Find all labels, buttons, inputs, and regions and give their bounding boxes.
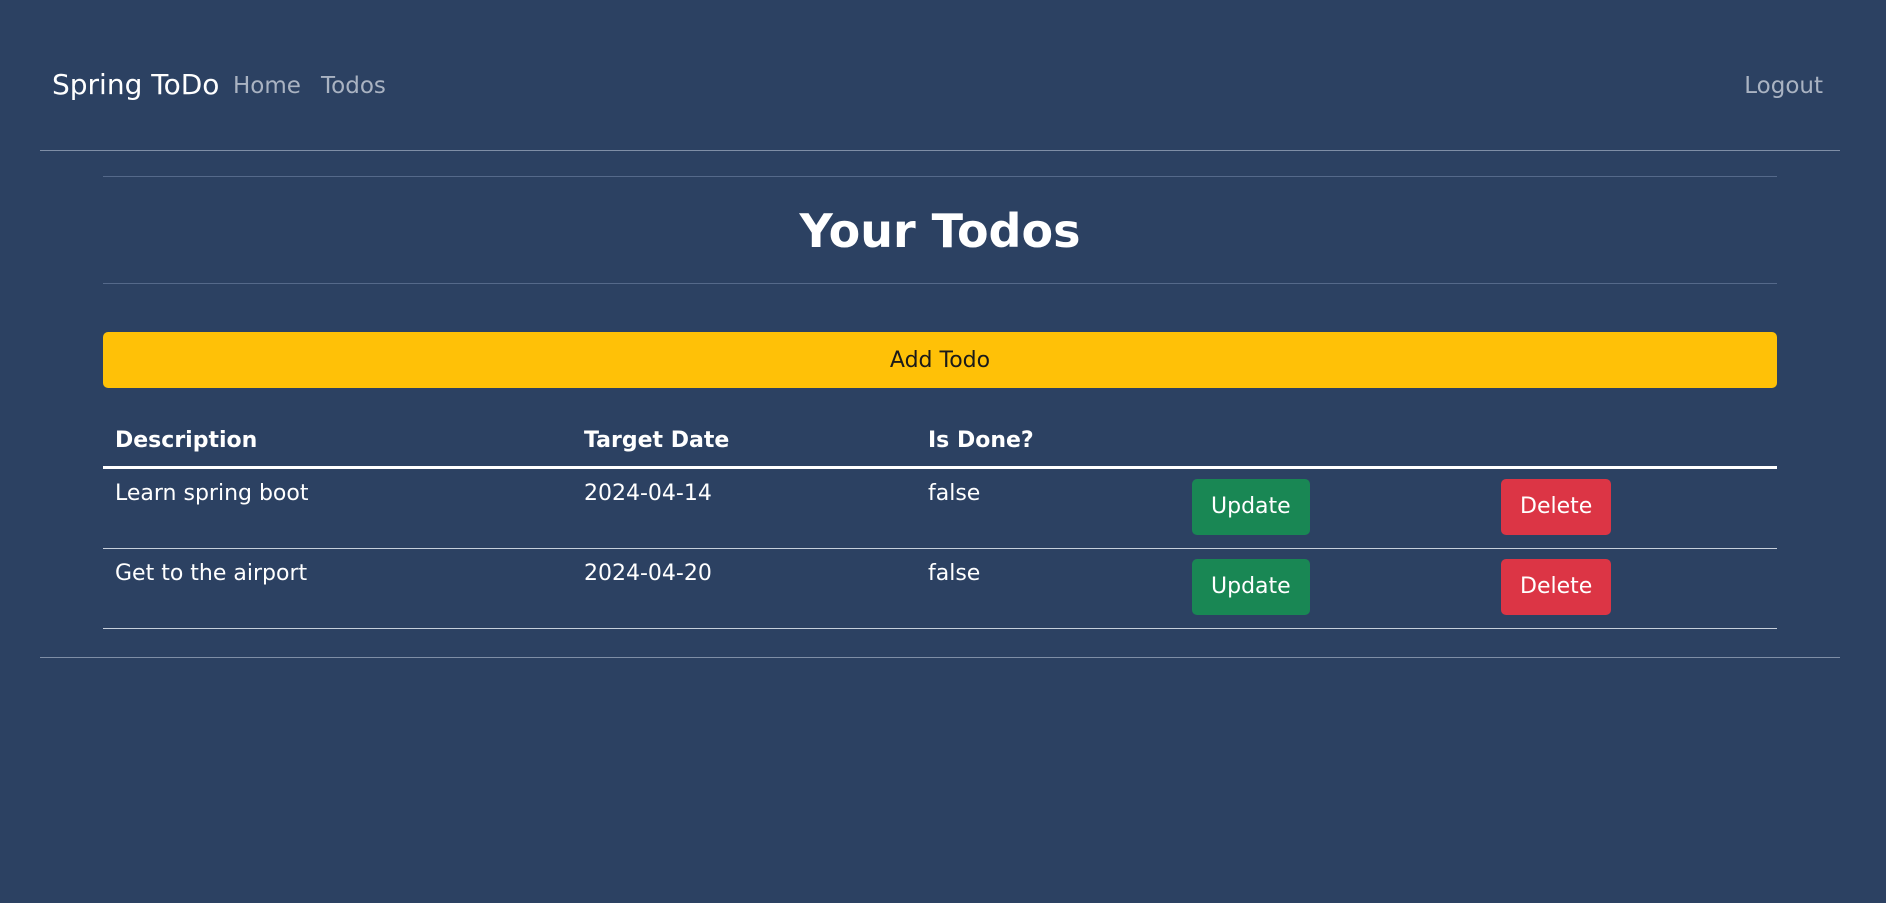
divider-top — [40, 150, 1840, 151]
page-title: Your Todos — [799, 204, 1081, 258]
header-delete — [1489, 418, 1777, 469]
title-divider-bottom — [103, 283, 1777, 284]
delete-button[interactable]: Delete — [1501, 479, 1612, 535]
todo-description: Get to the airport — [103, 548, 572, 629]
delete-cell: Delete — [1489, 467, 1777, 549]
header-description: Description — [103, 418, 572, 469]
table-header-row: Description Target Date Is Done? — [103, 418, 1777, 469]
nav-todos-link[interactable]: Todos — [321, 71, 386, 101]
navbar: Spring ToDo Home Todos Logout — [0, 0, 1886, 150]
table-row: Get to the airport 2024-04-20 false Upda… — [103, 548, 1777, 629]
todo-description: Learn spring boot — [103, 467, 572, 549]
update-button[interactable]: Update — [1192, 479, 1310, 535]
brand-link[interactable]: Spring ToDo — [52, 68, 219, 102]
todo-target-date: 2024-04-20 — [572, 548, 916, 629]
delete-cell: Delete — [1489, 548, 1777, 629]
delete-button[interactable]: Delete — [1501, 559, 1612, 615]
add-todo-button[interactable]: Add Todo — [103, 332, 1777, 388]
todo-is-done: false — [916, 467, 1180, 549]
todo-target-date: 2024-04-14 — [572, 467, 916, 549]
nav-home-link[interactable]: Home — [233, 71, 301, 101]
header-target-date: Target Date — [572, 418, 916, 469]
update-cell: Update — [1180, 548, 1489, 629]
logout-link[interactable]: Logout — [1744, 71, 1823, 101]
update-button[interactable]: Update — [1192, 559, 1310, 615]
header-update — [1180, 418, 1489, 469]
title-divider-top — [103, 176, 1777, 177]
table-row: Learn spring boot 2024-04-14 false Updat… — [103, 467, 1777, 549]
divider-bottom — [40, 657, 1840, 658]
todo-is-done: false — [916, 548, 1180, 629]
todo-table: Description Target Date Is Done? Learn s… — [103, 418, 1777, 629]
update-cell: Update — [1180, 467, 1489, 549]
header-is-done: Is Done? — [916, 418, 1180, 469]
